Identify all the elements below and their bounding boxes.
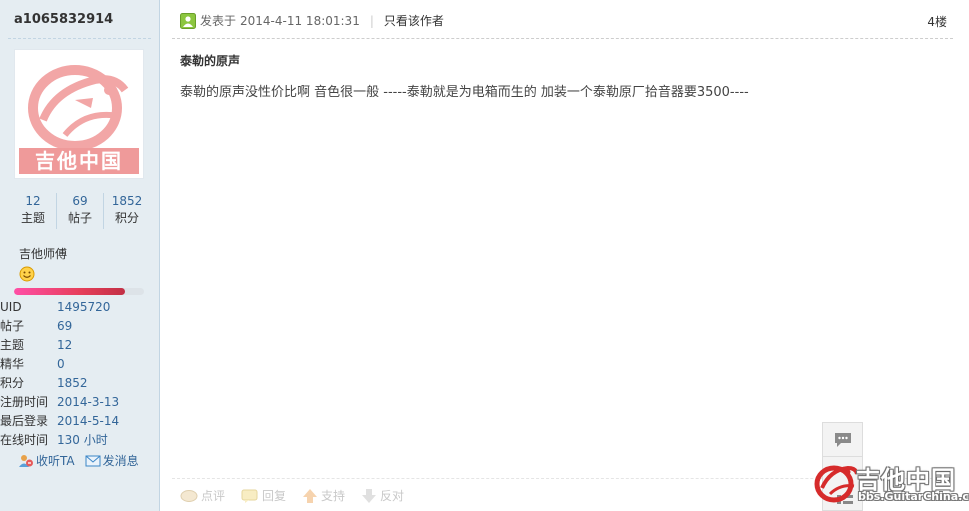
profile-key: UID [0, 300, 22, 314]
stat-threads[interactable]: 12 主题 [10, 193, 56, 229]
stat-label: 帖子 [67, 211, 92, 225]
divider [172, 38, 953, 39]
author-username[interactable]: a1065832914 [14, 12, 113, 27]
quick-reply-button[interactable] [822, 422, 863, 456]
user-online-icon [180, 12, 196, 29]
stat-value: 69 [72, 194, 88, 208]
avatar-text: 吉他中国 [35, 149, 123, 173]
comment-button[interactable]: 点评 [180, 487, 225, 504]
chat-bubble-icon [834, 432, 851, 447]
profile-key: 最后登录 [0, 414, 49, 428]
post-meta: 发表于 2014-4-11 18:01:31 | 只看该作者 [180, 12, 444, 29]
floor-number[interactable]: 4楼 [927, 13, 947, 30]
profile-row: UID 1495720 [0, 298, 150, 317]
profile-value[interactable]: 0 [57, 355, 65, 374]
post-title: 泰勒的原声 [180, 54, 241, 68]
stat-posts[interactable]: 69 帖子 [56, 193, 103, 229]
profile-key: 在线时间 [0, 433, 49, 447]
profile-value[interactable]: 1495720 [57, 298, 110, 317]
stat-value: 1852 [111, 194, 143, 208]
site-watermark: 吉他中国 bbs.GuitarChina.com [812, 458, 969, 506]
envelope-icon [85, 455, 101, 466]
profile-row: 注册时间 2014-3-13 [0, 393, 150, 412]
smile-icon [19, 266, 35, 282]
profile-value[interactable]: 69 [57, 317, 72, 336]
users-icon [19, 454, 33, 467]
profile-row: 积分 1852 [0, 374, 150, 393]
post-actions: 点评 回复 支持 反对 [180, 487, 404, 504]
arrow-up-icon [303, 488, 318, 503]
support-label: 支持 [321, 489, 346, 503]
comment-label: 点评 [201, 489, 226, 503]
divider [8, 38, 151, 39]
stat-label: 积分 [114, 211, 139, 225]
stat-value: 12 [25, 194, 41, 208]
profile-value[interactable]: 1852 [57, 374, 88, 393]
divider: | [369, 13, 374, 28]
profile-row: 精华 0 [0, 355, 150, 374]
guitarchina-logo-icon [814, 465, 858, 503]
author-only-link[interactable]: 只看该作者 [384, 12, 444, 29]
arrow-down-icon [362, 488, 377, 503]
level-progress-fill [14, 288, 125, 295]
profile-key: 帖子 [0, 319, 25, 333]
follow-label: 收听TA [36, 454, 75, 468]
avatar[interactable]: 吉他中国 [14, 49, 144, 179]
watermark-url: bbs.GuitarChina.com [858, 490, 969, 503]
author-profile: UID 1495720 帖子 69 主题 12 精华 0 积分 1852 注册时间 2014-3-13… [0, 298, 150, 450]
comment-icon [180, 489, 198, 502]
reply-button[interactable]: 回复 [241, 487, 286, 504]
profile-row: 在线时间 130 小时 [0, 431, 150, 450]
profile-row: 帖子 69 [0, 317, 150, 336]
reply-icon [241, 489, 258, 503]
author-sidebar: a1065832914 吉他中国 12 主题 69 帖子 1852 积分 吉他师… [0, 0, 160, 511]
support-button[interactable]: 支持 [302, 487, 345, 504]
profile-row: 主题 12 [0, 336, 150, 355]
reply-label: 回复 [262, 489, 287, 503]
oppose-button[interactable]: 反对 [361, 487, 404, 504]
profile-key: 注册时间 [0, 395, 49, 409]
posted-label: 发表于 [200, 14, 237, 28]
profile-value[interactable]: 130 小时 [57, 431, 108, 450]
author-actions: 收听TA 发消息 [18, 452, 139, 469]
user-rank: 吉他师傅 [19, 247, 68, 261]
author-stats: 12 主题 69 帖子 1852 积分 [10, 193, 150, 229]
profile-row: 最后登录 2014-5-14 [0, 412, 150, 431]
oppose-label: 反对 [380, 489, 405, 503]
profile-key: 主题 [0, 338, 25, 352]
profile-key: 积分 [0, 376, 25, 390]
post-body: 泰勒的原声没性价比啊 音色很一般 -----泰勒就是为电箱而生的 加装一个泰勒原… [180, 85, 749, 100]
message-button[interactable]: 发消息 [85, 452, 139, 469]
stat-label: 主题 [20, 211, 45, 225]
message-label: 发消息 [102, 454, 139, 468]
profile-value[interactable]: 2014-5-14 [57, 412, 119, 431]
follow-button[interactable]: 收听TA [18, 452, 75, 469]
profile-value[interactable]: 12 [57, 336, 72, 355]
post-date: 2014-4-11 18:01:31 [240, 13, 360, 28]
profile-key: 精华 [0, 357, 25, 371]
stat-credits[interactable]: 1852 积分 [103, 193, 150, 229]
level-progress-bar [14, 288, 144, 295]
profile-value[interactable]: 2014-3-13 [57, 393, 119, 412]
